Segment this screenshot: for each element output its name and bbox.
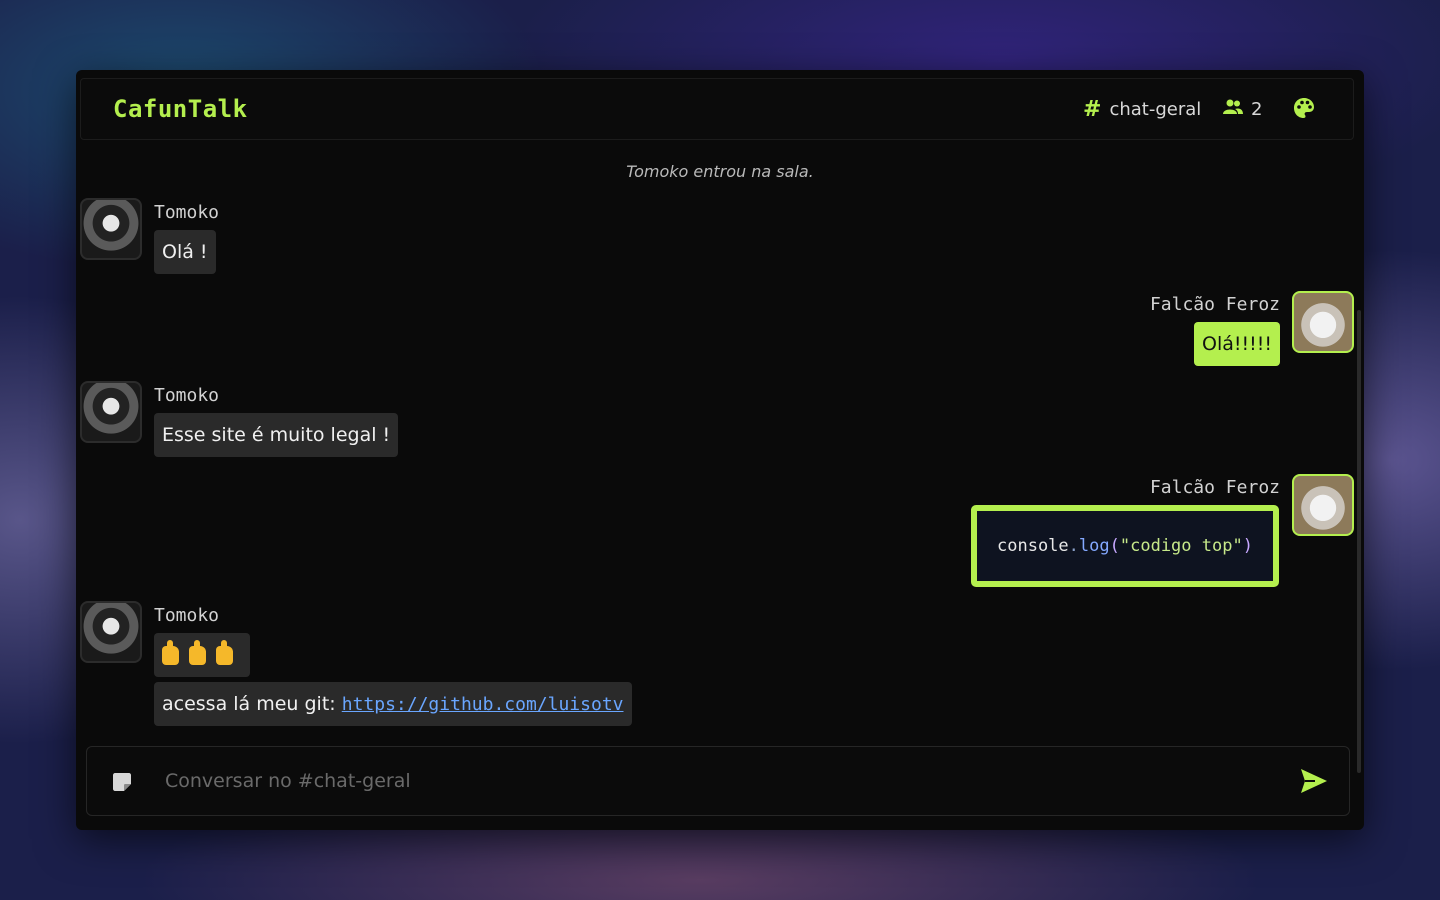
thumbs-up-icon — [162, 639, 179, 665]
avatar[interactable] — [80, 601, 142, 663]
members-indicator[interactable]: 2 — [1223, 99, 1262, 120]
system-message: Tomoko entrou na sala. — [626, 162, 814, 181]
link-message-bubble: acessa lá meu git: https://github.com/lu… — [154, 682, 632, 726]
username: Tomoko — [154, 202, 220, 223]
palette-icon[interactable] — [1293, 97, 1315, 119]
users-icon — [1223, 99, 1243, 120]
code-token: log — [1078, 536, 1110, 556]
members-count: 2 — [1251, 99, 1263, 120]
username: Falcão Feroz — [1149, 294, 1280, 315]
username: Tomoko — [154, 385, 220, 406]
code-token: "codigo top" — [1119, 536, 1243, 556]
username: Falcão Feroz — [1149, 477, 1280, 498]
thumbs-up-icon — [216, 639, 233, 665]
code-message-bubble: console.log("codigo top") — [971, 505, 1279, 587]
hash-icon: # — [1083, 97, 1102, 122]
username: Tomoko — [154, 605, 220, 626]
avatar[interactable] — [80, 381, 142, 443]
chat-window: CafunTalk # chat-geral 2 Tomoko entrou n… — [76, 70, 1364, 830]
code-token: ( — [1109, 536, 1120, 556]
avatar[interactable] — [1292, 291, 1354, 353]
avatar[interactable] — [80, 198, 142, 260]
message-list[interactable]: Tomoko entrou na sala. Tomoko Olá ! Falc… — [76, 150, 1364, 773]
message-bubble: Olá ! — [154, 230, 216, 274]
link-prefix: acessa lá meu git: — [162, 693, 342, 715]
message-input[interactable] — [165, 763, 1285, 799]
channel-indicator[interactable]: # chat-geral — [1083, 97, 1201, 122]
scrollbar[interactable] — [1357, 310, 1361, 773]
github-link[interactable]: https://github.com/luisotv — [342, 694, 624, 715]
code-token: console — [997, 536, 1069, 556]
code-token: ) — [1242, 536, 1253, 556]
app-title: CafunTalk — [113, 95, 248, 123]
message-bubble: Esse site é muito legal ! — [154, 413, 399, 457]
message-composer — [86, 746, 1350, 816]
code-token: . — [1068, 536, 1079, 556]
channel-name: chat-geral — [1109, 99, 1202, 120]
thumbs-up-icon — [189, 639, 206, 665]
header: CafunTalk # chat-geral 2 — [80, 78, 1354, 140]
avatar[interactable] — [1292, 474, 1354, 536]
thumbs-up-emoji-row — [162, 633, 242, 677]
emoji-message-bubble — [154, 633, 250, 677]
send-icon[interactable] — [1299, 767, 1329, 795]
sticker-icon[interactable] — [111, 771, 133, 793]
message-bubble: Olá!!!!! — [1194, 322, 1280, 366]
